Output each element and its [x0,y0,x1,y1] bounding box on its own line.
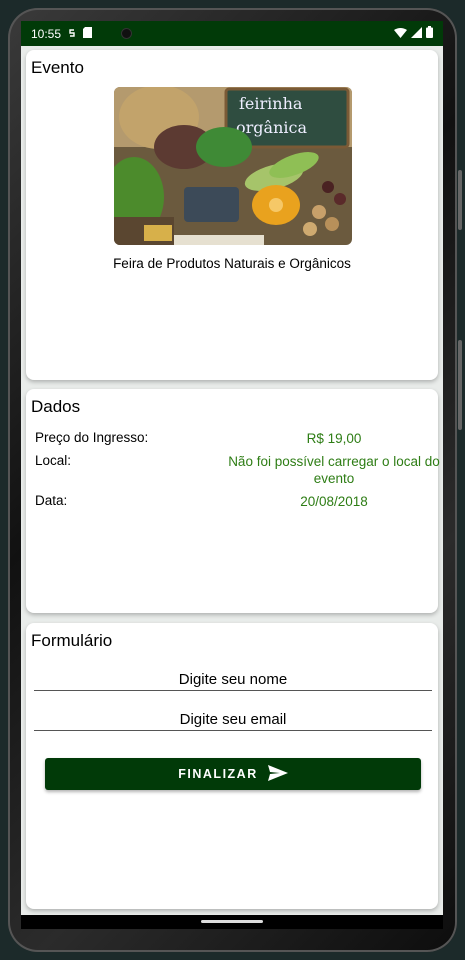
power-button [458,340,462,430]
front-camera [121,28,132,39]
date-value: 20/08/2018 [300,494,368,509]
finalize-button[interactable]: FINALIZAR [45,758,421,790]
event-card: Evento feirinha orgânica Feira de Produt… [26,50,438,380]
email-input[interactable]: Digite seu email [34,711,432,731]
location-value: Não foi possível carregar o local do eve… [228,454,440,486]
send-icon [267,764,288,784]
finalize-button-label: FINALIZAR [178,767,258,781]
status-time: 10:55 [31,26,62,41]
home-gesture-pill[interactable] [201,920,263,923]
data-card: Dados Preço do Ingresso: R$ 19,00 Local:… [26,389,440,613]
navigation-bar [21,915,443,929]
notification-s-icon [67,27,77,41]
event-image: feirinha orgânica [114,87,352,245]
status-bar: 10:55 [21,21,443,46]
form-card-title: Formulário [31,631,113,650]
date-label: Data: [35,493,68,508]
event-caption: Feira de Produtos Naturais e Orgânicos [113,256,351,271]
event-card-title: Evento [31,58,84,77]
phone-screen: 10:55 Evento feirinha orgânica Feira de … [21,21,443,929]
name-input[interactable]: Digite seu nome [34,671,432,691]
price-label: Preço do Ingresso: [35,430,149,445]
sd-card-icon [83,26,93,41]
wifi-icon [394,27,407,41]
sign-text-2: orgânica [236,118,307,137]
signal-icon [411,26,422,41]
location-label: Local: [35,453,72,468]
form-card: Formulário Digite seu nome Digite seu em… [26,623,438,909]
data-card-title: Dados [31,397,81,416]
sign-text-1: feirinha [239,94,303,113]
battery-icon [426,26,433,41]
volume-button [458,170,462,230]
price-value: R$ 19,00 [306,431,362,446]
